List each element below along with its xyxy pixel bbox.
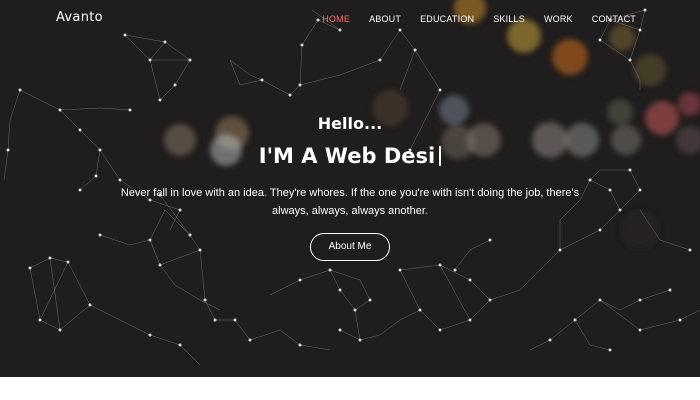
network-nodes xyxy=(6,8,692,352)
below-fold-section xyxy=(0,377,700,400)
typed-text: I'M A Web Desi xyxy=(258,144,436,168)
nav-item-work[interactable]: WORK xyxy=(544,14,573,24)
hero-section: Avanto HOME ABOUT EDUCATION SKILLS WORK … xyxy=(0,0,700,377)
top-navbar: Avanto HOME ABOUT EDUCATION SKILLS WORK … xyxy=(0,0,700,38)
nav-item-about[interactable]: ABOUT xyxy=(369,14,401,24)
brand-logo[interactable]: Avanto xyxy=(56,10,103,25)
about-me-button[interactable]: About Me xyxy=(310,233,390,261)
typing-cursor xyxy=(439,146,442,166)
nav-menu: HOME ABOUT EDUCATION SKILLS WORK CONTACT xyxy=(303,14,636,24)
hero-greeting: Hello... xyxy=(317,114,383,133)
nav-item-education[interactable]: EDUCATION xyxy=(420,14,474,24)
hero-tagline: Never fall in love with an idea. They're… xyxy=(120,187,580,217)
hero-headline: I'M A Web Desi xyxy=(0,144,700,168)
nav-item-home[interactable]: HOME xyxy=(322,14,350,24)
nav-item-skills[interactable]: SKILLS xyxy=(493,14,525,24)
nav-item-contact[interactable]: CONTACT xyxy=(592,14,636,24)
